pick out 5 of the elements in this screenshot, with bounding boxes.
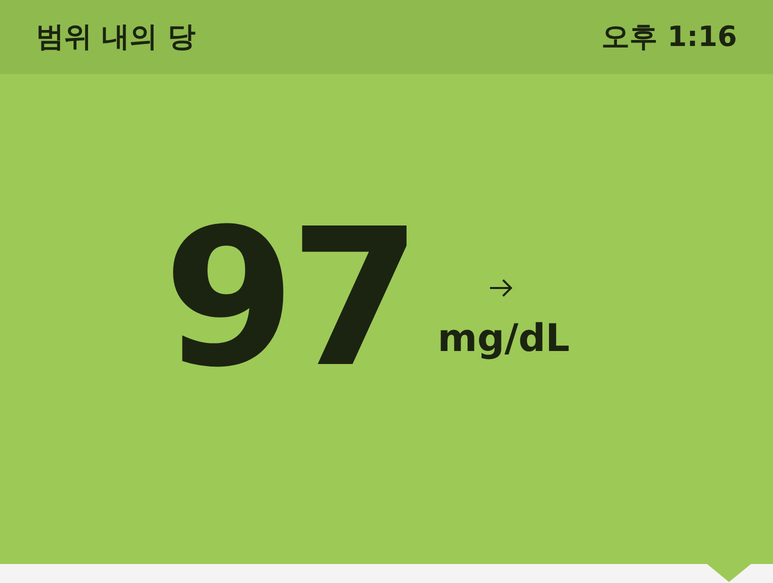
status-title: 범위 내의 당 [36,19,196,55]
time-text: 오후 1:16 [602,19,737,55]
glucose-value: 97 [163,204,416,394]
right-arrow-icon [488,278,514,298]
unit-text: mg/dL [438,316,570,360]
